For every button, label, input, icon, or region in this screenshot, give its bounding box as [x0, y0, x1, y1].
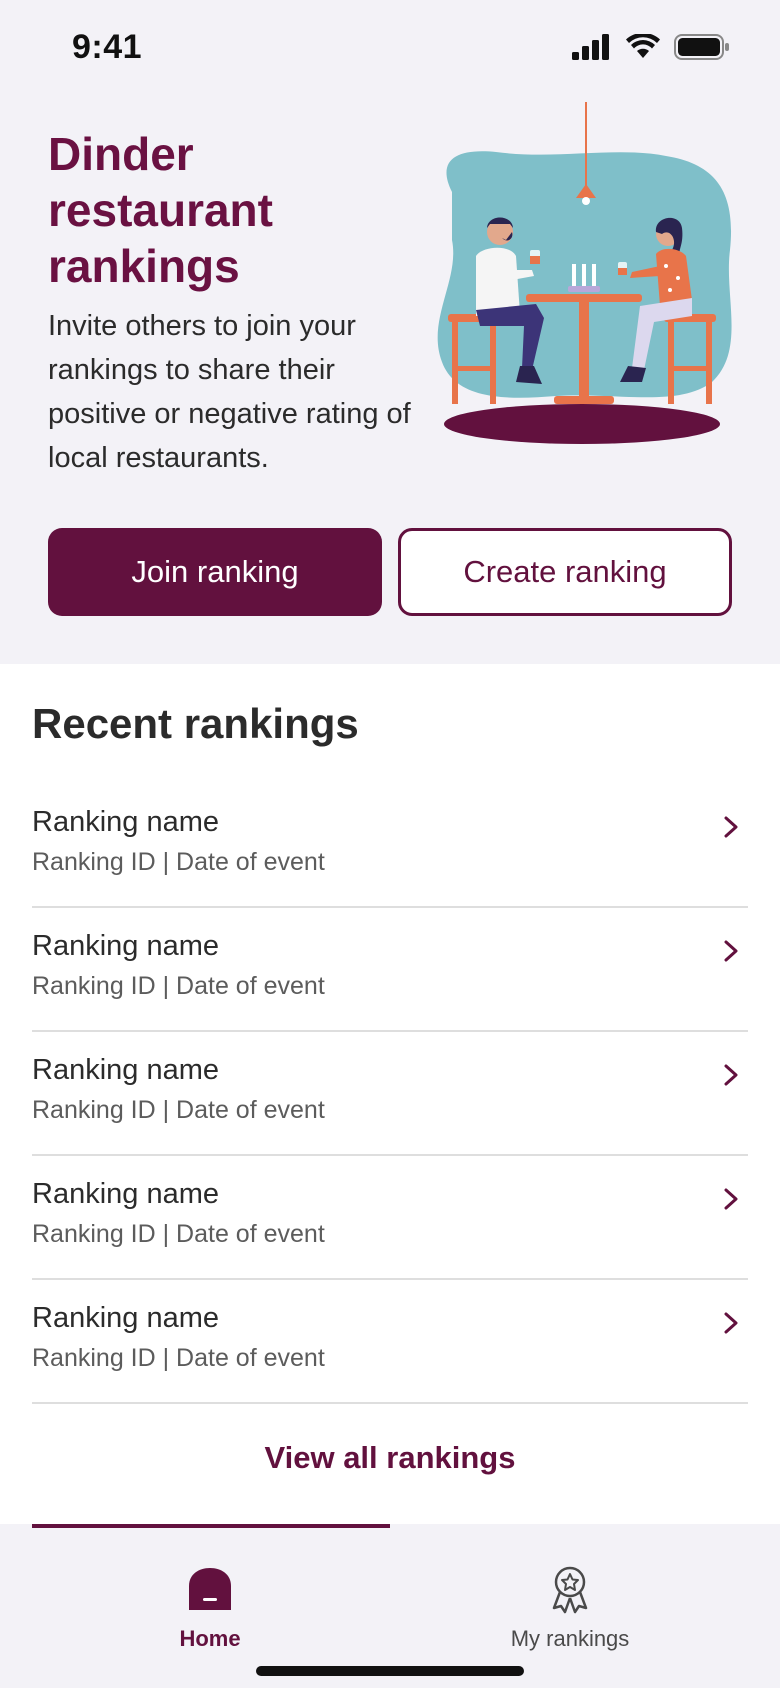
home-icon — [189, 1568, 231, 1610]
status-bar: 9:41 — [0, 0, 780, 100]
list-item[interactable]: Ranking name Ranking ID | Date of event — [32, 908, 748, 1032]
tab-label: Home — [179, 1626, 241, 1651]
chevron-right-icon — [724, 1188, 738, 1210]
recent-rankings-section: Recent rankings Ranking name Ranking ID … — [0, 664, 780, 1524]
hero-section: Dinder restaurant rankings Invite others… — [0, 100, 780, 664]
ranking-name: Ranking name — [32, 1178, 219, 1210]
home-indicator — [256, 1666, 524, 1676]
list-item[interactable]: Ranking name Ranking ID | Date of event — [32, 1032, 748, 1156]
battery-icon — [674, 34, 729, 60]
tab-my-rankings[interactable]: My rankings — [440, 1544, 700, 1651]
ranking-meta: Ranking ID | Date of event — [32, 1096, 325, 1124]
cellular-signal-icon — [572, 34, 609, 60]
tab-home[interactable]: Home — [80, 1544, 340, 1651]
ranking-meta: Ranking ID | Date of event — [32, 1344, 325, 1372]
view-all-rankings-link[interactable]: View all rankings — [0, 1440, 780, 1476]
join-ranking-button[interactable]: Join ranking — [48, 528, 382, 616]
page-title: Dinder restaurant rankings — [48, 128, 273, 292]
active-tab-indicator — [32, 1524, 390, 1528]
ranking-meta: Ranking ID | Date of event — [32, 972, 325, 1000]
rankings-list: Ranking name Ranking ID | Date of event … — [32, 784, 748, 1404]
tab-label: My rankings — [510, 1626, 630, 1651]
hero-description: Invite others to join your rankings to s… — [48, 310, 411, 474]
create-ranking-button[interactable]: Create ranking — [398, 528, 732, 616]
ranking-meta: Ranking ID | Date of event — [32, 1220, 325, 1248]
list-item[interactable]: Ranking name Ranking ID | Date of event — [32, 1280, 748, 1404]
dining-couple-illustration — [437, 102, 732, 444]
list-item[interactable]: Ranking name Ranking ID | Date of event — [32, 1156, 748, 1280]
chevron-right-icon — [724, 816, 738, 838]
ranking-meta: Ranking ID | Date of event — [32, 848, 325, 876]
ranking-name: Ranking name — [32, 1302, 219, 1334]
status-icons — [572, 34, 730, 60]
ranking-name: Ranking name — [32, 1054, 219, 1086]
wifi-icon — [626, 34, 660, 58]
chevron-right-icon — [724, 1064, 738, 1086]
section-title: Recent rankings — [32, 700, 359, 747]
list-item[interactable]: Ranking name Ranking ID | Date of event — [32, 784, 748, 908]
chevron-right-icon — [724, 1312, 738, 1334]
status-time: 9:41 — [72, 28, 143, 66]
chevron-right-icon — [724, 940, 738, 962]
ranking-name: Ranking name — [32, 930, 219, 962]
bottom-tab-bar: Home My rankings — [0, 1524, 780, 1688]
award-icon — [552, 1566, 588, 1614]
ranking-name: Ranking name — [32, 806, 219, 838]
